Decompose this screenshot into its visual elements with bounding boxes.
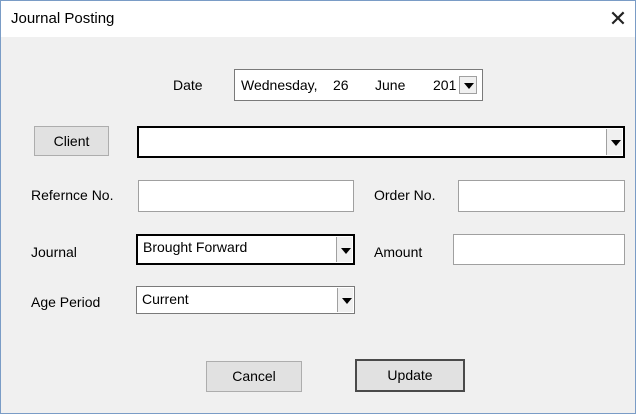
client-dropdown-arrow-icon[interactable] — [606, 129, 622, 155]
title-bar: Journal Posting ✕ — [1, 1, 635, 37]
date-weekday: Wednesday, — [241, 77, 318, 93]
date-picker[interactable]: Wednesday, 26 June 201 — [234, 69, 483, 101]
cancel-button-label: Cancel — [232, 368, 276, 384]
journal-dropdown-arrow-icon[interactable] — [336, 237, 352, 262]
date-label: Date — [173, 77, 203, 93]
reference-label: Refernce No. — [31, 187, 114, 203]
reference-input[interactable] — [138, 180, 354, 212]
journal-value: Brought Forward — [143, 239, 248, 255]
update-button[interactable]: Update — [355, 359, 465, 392]
order-label: Order No. — [374, 187, 436, 203]
cancel-button[interactable]: Cancel — [206, 361, 302, 392]
close-icon[interactable]: ✕ — [604, 5, 632, 33]
client-button-label: Client — [53, 133, 90, 149]
journal-label: Journal — [31, 244, 77, 260]
client-select[interactable] — [137, 126, 625, 158]
window-title: Journal Posting — [11, 10, 115, 27]
update-button-label: Update — [387, 367, 433, 383]
age-period-select[interactable]: Current — [136, 286, 355, 314]
client-button[interactable]: Client — [34, 126, 109, 156]
date-month: June — [375, 77, 406, 93]
order-input[interactable] — [458, 180, 625, 212]
journal-posting-dialog: Journal Posting ✕ Date Wednesday, 26 Jun… — [0, 0, 636, 414]
age-period-value: Current — [142, 291, 189, 307]
age-period-dropdown-arrow-icon[interactable] — [337, 288, 353, 312]
date-year: 201 — [433, 77, 457, 93]
amount-label: Amount — [374, 244, 423, 260]
date-day: 26 — [333, 77, 349, 93]
age-period-label: Age Period — [31, 294, 101, 310]
amount-input[interactable] — [453, 234, 625, 265]
journal-select[interactable]: Brought Forward — [136, 234, 355, 265]
date-dropdown-arrow-icon[interactable] — [459, 76, 477, 94]
